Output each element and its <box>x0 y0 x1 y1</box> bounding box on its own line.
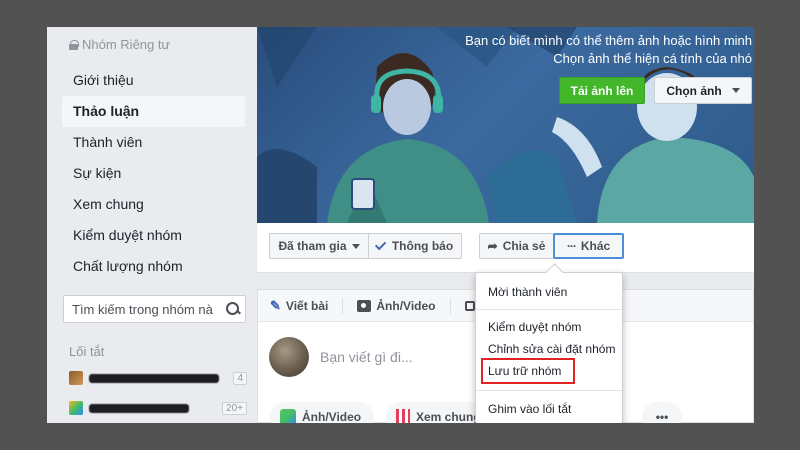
sidebar-item-moderation[interactable]: Kiểm duyệt nhóm <box>62 220 245 251</box>
upload-photo-button[interactable]: Tải ảnh lên <box>559 77 645 104</box>
sidebar-nav: Giới thiệu Thảo luận Thành viên Sự kiện … <box>62 65 245 282</box>
sidebar-item-members[interactable]: Thành viên <box>62 127 245 158</box>
joined-button[interactable]: Đã tham gia <box>269 233 369 259</box>
sidebar-item-watch-party[interactable]: Xem chung <box>62 189 245 220</box>
shortcut-name-redacted <box>89 403 189 413</box>
more-button[interactable]: ··· Khác <box>553 233 624 259</box>
privacy-label: Nhóm Riêng tư <box>82 37 171 52</box>
photo-icon <box>357 299 372 312</box>
notifications-button[interactable]: Thông báo <box>368 233 462 259</box>
popcorn-icon <box>396 409 410 423</box>
sidebar-item-group-quality[interactable]: Chất lượng nhóm <box>62 251 245 282</box>
group-sidebar: Nhóm Riêng tư Giới thiệu Thảo luận Thành… <box>47 27 253 423</box>
menu-item-edit-group-settings[interactable]: Chỉnh sửa cài đặt nhóm <box>488 342 615 356</box>
menu-item-pin-to-shortcuts[interactable]: Ghim vào lối tắt <box>488 402 571 416</box>
share-arrow-icon: ➦ <box>487 239 498 253</box>
more-label: Khác <box>580 239 611 253</box>
menu-divider <box>476 309 622 310</box>
composer-input[interactable]: Bạn viết gì đi... <box>320 349 413 365</box>
photo-video-button[interactable]: Ảnh/Video <box>270 402 374 423</box>
shortcut-item[interactable]: 20+ <box>69 400 247 416</box>
lock-icon <box>69 39 79 50</box>
joined-label: Đã tham gia <box>278 239 347 253</box>
shortcut-thumbnail <box>69 371 83 385</box>
choose-photo-label: Chọn ảnh <box>666 83 722 98</box>
shortcut-count-badge: 20+ <box>222 401 247 415</box>
menu-item-invite-members[interactable]: Mời thành viên <box>488 285 567 299</box>
cover-prompt: Bạn có biết mình có thể thêm ảnh hoặc hì… <box>465 32 752 68</box>
more-dropdown-menu: Mời thành viên Kiểm duyệt nhóm Chỉnh sửa… <box>475 272 623 423</box>
group-search-box[interactable] <box>63 295 246 323</box>
video-icon <box>464 300 475 311</box>
cover-prompt-line-2: Chọn ảnh thể hiện cá tính của nhó <box>553 51 752 66</box>
watch-party-label: Xem chung <box>416 410 481 423</box>
more-options-button[interactable]: ••• <box>642 402 682 423</box>
sidebar-item-events[interactable]: Sự kiện <box>62 158 245 189</box>
search-icon[interactable] <box>226 302 240 316</box>
archive-highlight-box <box>481 358 575 384</box>
image-icon <box>280 409 296 423</box>
shortcut-item[interactable]: 4 <box>69 370 247 386</box>
choose-photo-button[interactable]: Chọn ảnh <box>654 77 752 104</box>
group-action-bar: Đã tham gia Thông báo ➦ Chia sẻ ··· Khác <box>257 223 754 273</box>
chevron-down-icon <box>731 88 740 93</box>
tab-video[interactable] <box>464 300 475 311</box>
photo-video-label: Ảnh/Video <box>376 298 436 313</box>
shortcuts-title: Lối tắt <box>69 344 105 359</box>
tab-divider <box>342 297 344 314</box>
tab-photo-video[interactable]: Ảnh/Video <box>357 298 436 313</box>
tab-divider <box>449 297 451 314</box>
photo-video-pill-label: Ảnh/Video <box>302 410 362 423</box>
group-privacy: Nhóm Riêng tư <box>69 37 170 52</box>
share-button[interactable]: ➦ Chia sẻ <box>479 233 554 259</box>
chevron-down-icon <box>351 243 360 249</box>
share-label: Chia sẻ <box>502 239 546 253</box>
check-icon <box>374 238 387 251</box>
shortcut-thumbnail <box>69 401 83 415</box>
pencil-icon: ✎ <box>270 297 281 313</box>
write-post-label: Viết bài <box>285 298 329 313</box>
shortcut-name-redacted <box>89 373 219 383</box>
avatar[interactable] <box>269 337 309 377</box>
sidebar-item-discussion[interactable]: Thảo luận <box>62 96 245 127</box>
menu-divider <box>476 390 622 391</box>
screenshot: Nhóm Riêng tư Giới thiệu Thảo luận Thành… <box>47 27 754 423</box>
tab-write-post[interactable]: ✎ Viết bài <box>270 298 328 314</box>
shortcut-count-badge: 4 <box>233 371 247 385</box>
menu-item-moderate-group[interactable]: Kiểm duyệt nhóm <box>488 320 581 334</box>
sidebar-item-about[interactable]: Giới thiệu <box>62 65 245 96</box>
cover-photo: Bạn có biết mình có thể thêm ảnh hoặc hì… <box>257 27 754 223</box>
more-dots-icon: ··· <box>566 239 577 253</box>
cover-prompt-line-1: Bạn có biết mình có thể thêm ảnh hoặc hì… <box>465 33 752 48</box>
group-search-input[interactable] <box>72 301 222 317</box>
notifications-label: Thông báo <box>391 239 454 253</box>
